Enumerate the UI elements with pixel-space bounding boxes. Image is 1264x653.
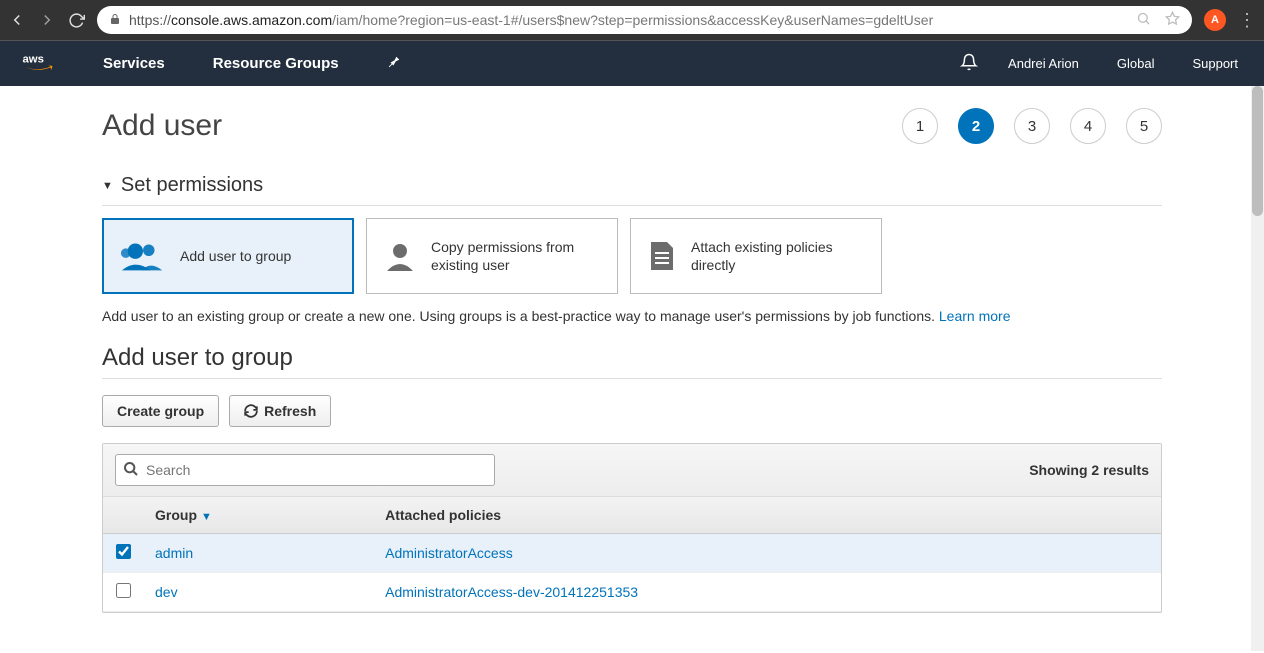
url-bar[interactable]: https://console.aws.amazon.com/iam/home?…: [97, 6, 1192, 34]
pin-icon[interactable]: [387, 55, 401, 72]
group-link[interactable]: admin: [155, 545, 193, 561]
svg-text:aws: aws: [23, 53, 44, 65]
step-3[interactable]: 3: [1014, 108, 1050, 144]
url-text: https://console.aws.amazon.com/iam/home?…: [129, 12, 933, 28]
sort-caret-icon: ▼: [201, 511, 212, 523]
step-indicator: 1 2 3 4 5: [902, 108, 1162, 144]
caret-down-icon[interactable]: ▼: [102, 180, 113, 192]
lock-icon: [109, 13, 121, 28]
table-row[interactable]: admin AdministratorAccess: [103, 534, 1161, 573]
row-checkbox[interactable]: [116, 583, 131, 598]
section-title: ▼ Set permissions: [102, 174, 1162, 206]
nav-services[interactable]: Services: [103, 55, 165, 72]
nav-user[interactable]: Andrei Arion: [1008, 56, 1079, 71]
star-icon[interactable]: [1165, 11, 1180, 29]
card-label: Attach existing policies directly: [691, 238, 865, 274]
refresh-label: Refresh: [264, 403, 316, 419]
browser-menu-icon[interactable]: ⋮: [1238, 10, 1256, 31]
page-title: Add user: [102, 109, 222, 143]
row-checkbox[interactable]: [116, 544, 131, 559]
card-add-to-group[interactable]: Add user to group: [102, 218, 354, 294]
scrollbar-thumb[interactable]: [1252, 86, 1263, 216]
nav-resource-groups[interactable]: Resource Groups: [213, 55, 339, 72]
page-content: Add user 1 2 3 4 5 ▼ Set permissions Add…: [102, 86, 1162, 653]
step-4[interactable]: 4: [1070, 108, 1106, 144]
col-policies[interactable]: Attached policies: [373, 497, 1161, 534]
aws-logo[interactable]: aws: [20, 52, 65, 76]
search-box: [115, 454, 495, 486]
step-2[interactable]: 2: [958, 108, 994, 144]
helper-text: Add user to an existing group or create …: [102, 308, 1162, 324]
back-button[interactable]: [8, 11, 26, 29]
card-copy-existing[interactable]: Copy permissions from existing user: [366, 218, 618, 294]
section-title-text: Set permissions: [121, 174, 263, 197]
refresh-button[interactable]: Refresh: [229, 395, 331, 427]
scrollbar[interactable]: [1251, 86, 1264, 651]
zoom-icon[interactable]: [1136, 11, 1151, 29]
col-checkbox: [103, 497, 143, 534]
step-1[interactable]: 1: [902, 108, 938, 144]
create-group-button[interactable]: Create group: [102, 395, 219, 427]
groups-table: Showing 2 results Group▼ Attached polici…: [102, 443, 1162, 613]
card-attach-policies[interactable]: Attach existing policies directly: [630, 218, 882, 294]
aws-top-nav: aws Services Resource Groups Andrei Ario…: [0, 41, 1264, 86]
table-row[interactable]: dev AdministratorAccess-dev-201412251353: [103, 573, 1161, 612]
notifications-icon[interactable]: [960, 53, 978, 74]
card-label: Add user to group: [180, 247, 291, 265]
profile-avatar[interactable]: A: [1204, 9, 1226, 31]
policy-link[interactable]: AdministratorAccess: [385, 545, 513, 561]
card-label: Copy permissions from existing user: [431, 238, 601, 274]
search-input[interactable]: [115, 454, 495, 486]
forward-button[interactable]: [38, 11, 56, 29]
policy-link[interactable]: AdministratorAccess-dev-201412251353: [385, 584, 638, 600]
browser-chrome: https://console.aws.amazon.com/iam/home?…: [0, 0, 1264, 41]
step-5[interactable]: 5: [1126, 108, 1162, 144]
search-icon: [123, 461, 139, 480]
reload-button[interactable]: [68, 12, 85, 29]
nav-region[interactable]: Global: [1117, 56, 1155, 71]
learn-more-link[interactable]: Learn more: [939, 308, 1011, 324]
refresh-icon: [244, 404, 258, 418]
nav-support[interactable]: Support: [1192, 56, 1238, 71]
results-count: Showing 2 results: [1029, 462, 1149, 478]
group-link[interactable]: dev: [155, 584, 178, 600]
col-group[interactable]: Group▼: [143, 497, 373, 534]
subsection-title: Add user to group: [102, 344, 1162, 379]
